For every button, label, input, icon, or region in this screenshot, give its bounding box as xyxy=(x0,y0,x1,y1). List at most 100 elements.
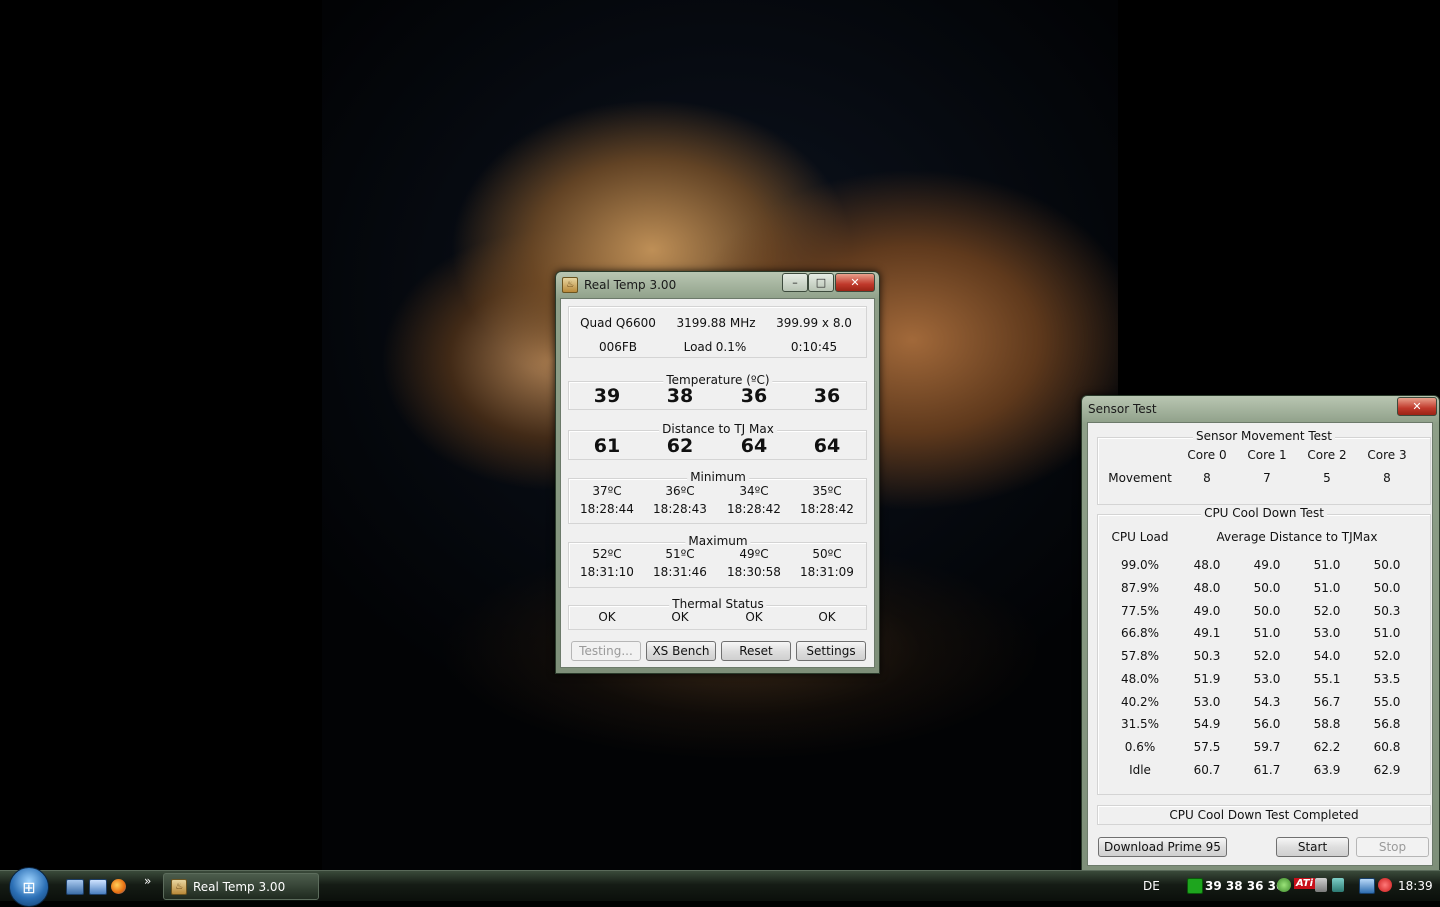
cooldown-row-core3: 60.8 xyxy=(1373,740,1401,754)
realtemp-client: Quad Q6600 3199.88 MHz 399.99 x 8.0 006F… xyxy=(560,298,875,668)
cooldown-row-core1: 54.3 xyxy=(1253,695,1281,709)
taskbar-task-label: Real Temp 3.00 xyxy=(193,879,286,894)
realtemp-task-icon: ♨ xyxy=(171,878,187,895)
cpu-load: 0.1% xyxy=(715,340,747,354)
cooldown-row-core1: 56.0 xyxy=(1253,717,1281,731)
cpu-info-group: Quad Q6600 3199.88 MHz 399.99 x 8.0 006F… xyxy=(568,306,867,358)
cooldown-row-core2: 53.0 xyxy=(1313,626,1341,640)
core2-thermal-status: OK xyxy=(745,610,763,624)
volume-muted-icon[interactable] xyxy=(1378,878,1392,892)
cooldown-group: CPU Cool Down Test CPU Load Average Dist… xyxy=(1097,506,1431,795)
cooldown-row-load: 48.0% xyxy=(1120,672,1160,686)
cooldown-row-core0: 60.7 xyxy=(1193,763,1221,777)
core1-min-temp: 36ºC xyxy=(665,484,695,498)
core0-min-temp: 37ºC xyxy=(592,484,622,498)
core3-thermal-status: OK xyxy=(818,610,836,624)
uptime: 0:10:45 xyxy=(790,340,838,354)
realtemp-title: Real Temp 3.00 xyxy=(584,278,677,292)
cooldown-row-core0: 49.1 xyxy=(1193,626,1221,640)
tray-temp-icon[interactable] xyxy=(1187,878,1203,894)
movement-group: Sensor Movement Test Core 0 Core 1 Core … xyxy=(1097,429,1431,505)
core2-min-time: 18:28:42 xyxy=(727,502,781,516)
clock[interactable]: 18:39 xyxy=(1398,879,1433,893)
core1-thermal-status: OK xyxy=(671,610,689,624)
cooldown-row-core2: 63.9 xyxy=(1313,763,1341,777)
distance-label: Distance to TJ Max xyxy=(659,422,777,436)
tray-core-temps[interactable]: 39 38 36 36 xyxy=(1205,879,1284,893)
start-button[interactable]: ⊞ xyxy=(9,867,49,907)
cooldown-row-core0: 51.9 xyxy=(1193,672,1221,686)
core0-max-time: 18:31:10 xyxy=(580,565,634,579)
realtemp-window: ♨ Real Temp 3.00 – □ ✕ Quad Q6600 3199.8… xyxy=(555,271,880,674)
sensor-test-titlebar[interactable]: Sensor Test xyxy=(1082,396,1439,422)
maximize-button[interactable]: □ xyxy=(808,273,834,292)
cooldown-row-core1: 50.0 xyxy=(1253,581,1281,595)
sensor-close-button[interactable]: ✕ xyxy=(1397,397,1437,416)
core3-max-time: 18:31:09 xyxy=(800,565,854,579)
stop-button[interactable]: Stop xyxy=(1356,837,1429,857)
cooldown-row-core2: 51.0 xyxy=(1313,581,1341,595)
temperature-group: Temperature (ºC) 39 38 36 36 xyxy=(568,373,867,410)
tray-ati-icon[interactable]: ATi xyxy=(1294,878,1316,889)
realtemp-app-icon: ♨ xyxy=(562,277,578,293)
cooldown-row-core2: 58.8 xyxy=(1313,717,1341,731)
core2-max-time: 18:30:58 xyxy=(727,565,781,579)
network-icon[interactable] xyxy=(1359,878,1375,894)
cooldown-test-label: CPU Cool Down Test xyxy=(1201,506,1327,520)
close-button[interactable]: ✕ xyxy=(835,273,875,292)
firefox-icon[interactable] xyxy=(111,879,126,894)
cooldown-row-core2: 51.0 xyxy=(1313,558,1341,572)
taskbar-realtemp-button[interactable]: ♨ Real Temp 3.00 xyxy=(163,873,319,900)
maximize-icon: □ xyxy=(815,276,827,289)
cooldown-row-load: 40.2% xyxy=(1120,695,1160,709)
reset-button[interactable]: Reset xyxy=(721,641,791,661)
testing-button[interactable]: Testing... xyxy=(571,641,641,661)
tray-gear-icon[interactable] xyxy=(1277,878,1291,892)
tray-usb-icon[interactable] xyxy=(1315,878,1327,892)
movement-core0-header: Core 0 xyxy=(1187,448,1227,462)
minimize-icon: – xyxy=(792,276,798,289)
cooldown-row-core0: 49.0 xyxy=(1193,604,1221,618)
core2-max-temp: 49ºC xyxy=(739,547,769,561)
cooldown-row-core3: 51.0 xyxy=(1373,626,1401,640)
core3-max-temp: 50ºC xyxy=(812,547,842,561)
movement-core2-value: 5 xyxy=(1323,471,1331,485)
settings-button[interactable]: Settings xyxy=(796,641,866,661)
tray-app-icon[interactable] xyxy=(1332,878,1344,892)
cooldown-row-load: 31.5% xyxy=(1120,717,1160,731)
core0-thermal-status: OK xyxy=(598,610,616,624)
quicklaunch-more-icon[interactable]: » xyxy=(144,874,151,888)
start-button[interactable]: Start xyxy=(1276,837,1349,857)
cooldown-row-core1: 51.0 xyxy=(1253,626,1281,640)
close-icon: ✕ xyxy=(1412,400,1422,413)
show-desktop-icon[interactable] xyxy=(66,879,84,895)
cooldown-row-core1: 52.0 xyxy=(1253,649,1281,663)
movement-core3-header: Core 3 xyxy=(1367,448,1407,462)
download-prime95-button[interactable]: Download Prime 95 xyxy=(1098,837,1227,857)
cooldown-row-core2: 52.0 xyxy=(1313,604,1341,618)
close-icon: ✕ xyxy=(850,276,860,289)
cooldown-row-core3: 56.8 xyxy=(1373,717,1401,731)
movement-core3-value: 8 xyxy=(1383,471,1391,485)
sensor-test-title: Sensor Test xyxy=(1088,402,1157,416)
taskbar: ⊞ » ♨ Real Temp 3.00 DE 39 38 36 36 ATi … xyxy=(0,867,1440,907)
maximum-group: Maximum 52ºC 51ºC 49ºC 50ºC 18:31:10 18:… xyxy=(568,534,867,588)
core0-distance: 61 xyxy=(593,435,621,457)
cooldown-status-box: CPU Cool Down Test Completed xyxy=(1097,805,1431,825)
core3-distance: 64 xyxy=(813,435,841,457)
language-indicator[interactable]: DE xyxy=(1143,879,1160,893)
xs-bench-button[interactable]: XS Bench xyxy=(646,641,716,661)
cooldown-row-core1: 53.0 xyxy=(1253,672,1281,686)
cpu-id: 006FB xyxy=(598,340,638,354)
cooldown-row-core3: 62.9 xyxy=(1373,763,1401,777)
cooldown-row-core0: 53.0 xyxy=(1193,695,1221,709)
cooldown-row-core2: 62.2 xyxy=(1313,740,1341,754)
switch-windows-icon[interactable] xyxy=(89,879,107,895)
cpu-clock: 3199.88 MHz xyxy=(676,316,756,330)
minimize-button[interactable]: – xyxy=(782,273,808,292)
windows-logo-icon: ⊞ xyxy=(22,877,36,897)
core0-temp: 39 xyxy=(593,385,621,407)
cooldown-row-core1: 59.7 xyxy=(1253,740,1281,754)
cooldown-row-core3: 50.0 xyxy=(1373,581,1401,595)
core1-max-temp: 51ºC xyxy=(665,547,695,561)
